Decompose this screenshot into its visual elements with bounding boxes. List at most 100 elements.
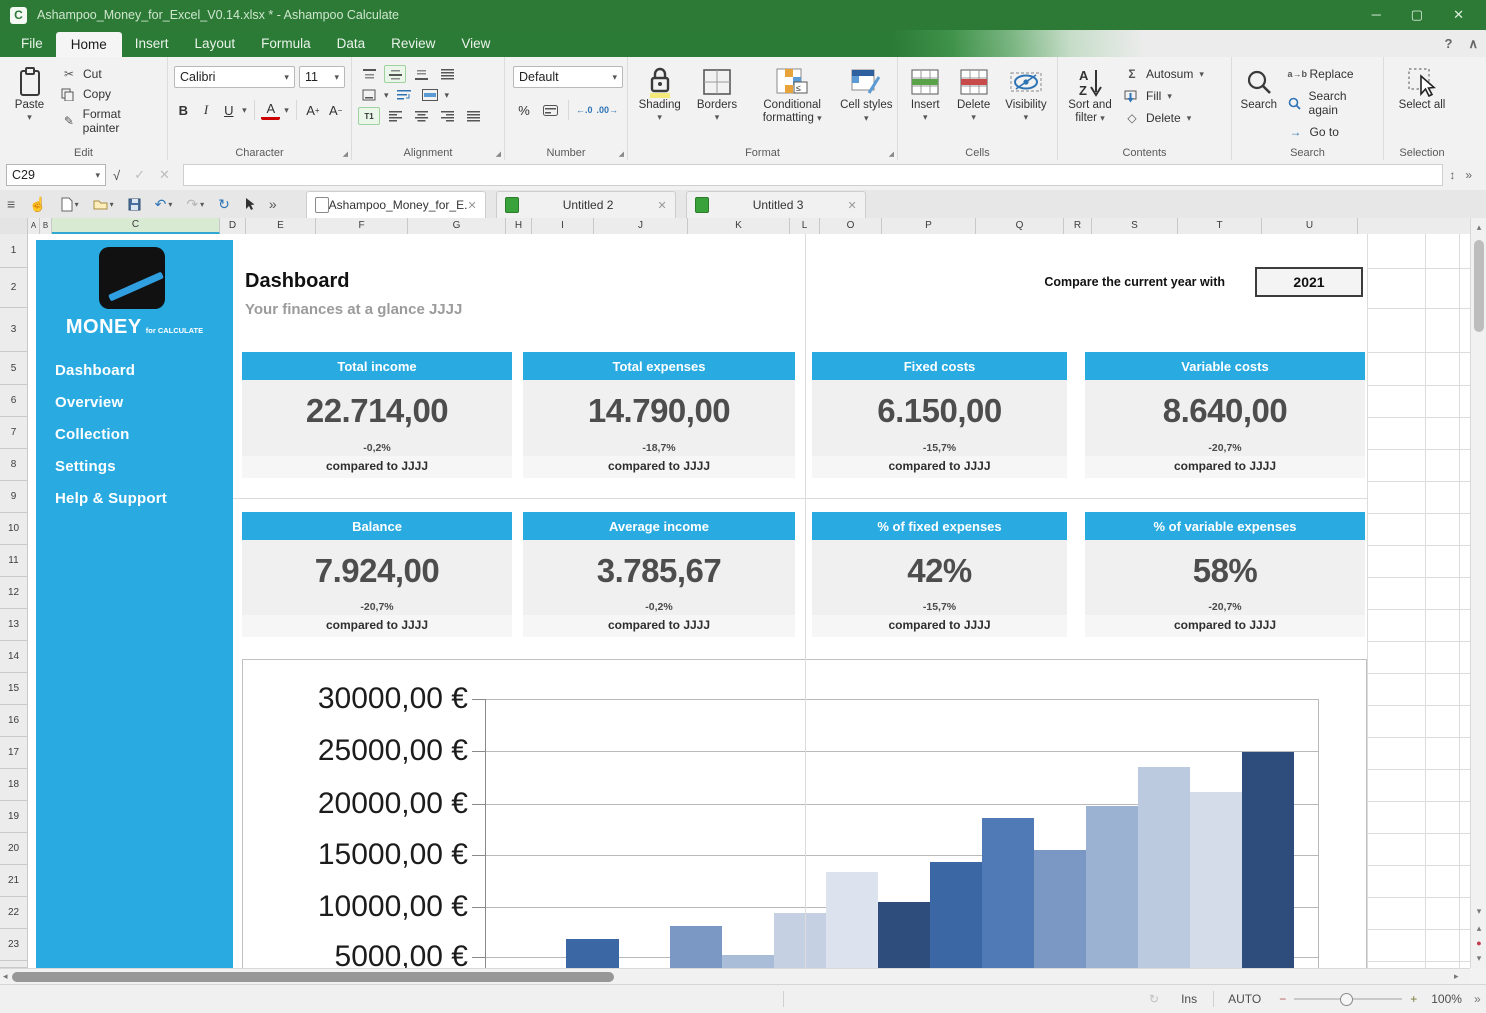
row-header-16[interactable]: 16 [0,705,28,737]
compare-year-input[interactable]: 2021 [1255,267,1363,297]
row-header-19[interactable]: 19 [0,801,28,833]
currency-format-icon[interactable] [539,101,561,119]
row-header-20[interactable]: 20 [0,833,28,865]
conditional-formatting-button[interactable]: ≤ Conditional formatting ▾ [747,62,838,144]
column-header-L[interactable]: L [790,218,820,234]
sheet-tab-2[interactable]: Untitled 2✕ [496,191,676,218]
cell-reference-box[interactable]: C29 ▾ [6,164,106,186]
column-header-Q[interactable]: Q [976,218,1064,234]
delete-contents-button[interactable]: ◇ Delete ▾ [1120,110,1208,126]
row-header-22[interactable]: 22 [0,897,28,929]
bold-button[interactable]: B [174,100,193,120]
chevron-down-icon[interactable]: ▾ [445,90,450,101]
column-header-C[interactable]: C [52,218,220,234]
sheet-tab-1[interactable]: Ashampoo_Money_for_E...✕ [306,191,486,218]
row-header-15[interactable]: 15 [0,673,28,705]
shading-button[interactable]: Shading ▾ [632,62,687,144]
search-again-button[interactable]: Search again [1284,88,1379,118]
replace-button[interactable]: a→b Replace [1284,66,1379,82]
delete-cells-button[interactable]: Delete ▾ [950,62,996,144]
menu-home[interactable]: Home [56,32,122,57]
column-header-E[interactable]: E [246,218,316,234]
row-header-7[interactable]: 7 [0,417,28,449]
row-header-8[interactable]: 8 [0,449,28,481]
search-button[interactable]: Search [1236,62,1282,144]
row-header-2[interactable]: 2 [0,268,28,308]
menu-file[interactable]: File [8,32,56,57]
column-header-A[interactable]: A [28,218,40,234]
menu-formula[interactable]: Formula [248,32,324,57]
row-header-partial[interactable] [0,961,28,968]
scroll-left-icon[interactable]: ◂ [3,971,8,982]
zoom-slider[interactable] [1294,998,1402,1000]
dialog-launcher-icon[interactable]: ◢ [496,150,501,158]
collapse-ribbon-icon[interactable]: ∧ [1468,36,1478,52]
align-top-icon[interactable] [358,65,380,83]
scroll-down-icon[interactable]: ▾ [1471,906,1486,917]
next-object-icon[interactable]: ▾ [1471,953,1486,964]
close-tab-icon[interactable]: ✕ [847,199,856,212]
format-painter-button[interactable]: ✎ Format painter [57,106,163,136]
more-options-icon[interactable]: » [1465,168,1472,182]
sidebar-toggle-icon[interactable]: ≡ [0,196,22,212]
column-header-S[interactable]: S [1092,218,1178,234]
column-header-F[interactable]: F [316,218,408,234]
row-header-18[interactable]: 18 [0,769,28,801]
toolbar-more-icon[interactable]: » [262,196,284,212]
column-header-I[interactable]: I [532,218,594,234]
row-header-5[interactable]: 5 [0,352,28,385]
formula-input[interactable] [183,164,1443,186]
dialog-launcher-icon[interactable]: ◢ [889,150,894,158]
row-header-21[interactable]: 21 [0,865,28,897]
sidebar-item-help-support[interactable]: Help & Support [55,490,167,507]
align-justify-icon[interactable] [462,107,484,125]
zoom-out-icon[interactable]: − [1279,992,1286,1006]
font-size-select[interactable]: 11 ▾ [299,66,345,88]
chevron-down-icon[interactable]: ▾ [384,90,389,101]
row-header-6[interactable]: 6 [0,385,28,417]
menu-review[interactable]: Review [378,32,448,57]
dialog-launcher-icon[interactable]: ◢ [619,150,624,158]
row-header-9[interactable]: 9 [0,481,28,513]
underline-button[interactable]: U [219,100,238,120]
sidebar-item-overview[interactable]: Overview [55,394,123,411]
column-header-H[interactable]: H [506,218,532,234]
align-bottom-icon[interactable] [410,65,432,83]
fill-button[interactable]: Fill ▾ [1120,88,1208,104]
italic-button[interactable]: I [197,100,216,120]
statusbar-more-icon[interactable]: » [1474,992,1481,1006]
vertical-text-icon[interactable]: T1 [358,107,380,125]
zoom-level[interactable]: 100% [1431,992,1462,1006]
pointer-tool-icon[interactable] [237,197,262,211]
expand-formula-bar-icon[interactable]: ↕ [1449,168,1455,182]
column-header-U[interactable]: U [1262,218,1358,234]
menu-insert[interactable]: Insert [122,32,182,57]
dialog-launcher-icon[interactable]: ◢ [343,150,348,158]
status-refresh-icon[interactable]: ↻ [1149,992,1159,1006]
scroll-right-icon[interactable]: ▸ [1454,971,1459,982]
paste-button[interactable]: Paste ▾ [4,62,55,144]
row-header-11[interactable]: 11 [0,545,28,577]
autosum-button[interactable]: Σ Autosum ▾ [1120,66,1208,82]
column-header-B[interactable]: B [40,218,52,234]
help-icon[interactable]: ? [1445,36,1453,52]
refresh-icon[interactable]: ↻ [211,196,237,213]
horizontal-scrollbar[interactable]: ◂ ▸ [0,968,1470,984]
column-header-P[interactable]: P [882,218,976,234]
column-header-R[interactable]: R [1064,218,1092,234]
align-center-icon[interactable] [410,107,432,125]
save-icon[interactable] [121,198,148,211]
font-family-select[interactable]: Calibri ▾ [174,66,295,88]
sidebar-item-settings[interactable]: Settings [55,458,116,475]
redo-icon[interactable]: ↷▾ [179,196,211,213]
select-all-corner[interactable] [0,218,28,234]
align-right-icon[interactable] [436,107,458,125]
row-header-13[interactable]: 13 [0,609,28,641]
shrink-font-button[interactable]: A− [326,100,345,120]
open-document-icon[interactable]: ▾ [86,198,121,210]
column-header-D[interactable]: D [220,218,246,234]
row-header-17[interactable]: 17 [0,737,28,769]
sidebar-item-dashboard[interactable]: Dashboard [55,362,135,379]
insert-function-icon[interactable]: √ [106,168,127,183]
cancel-icon[interactable]: ✕ [152,167,177,183]
